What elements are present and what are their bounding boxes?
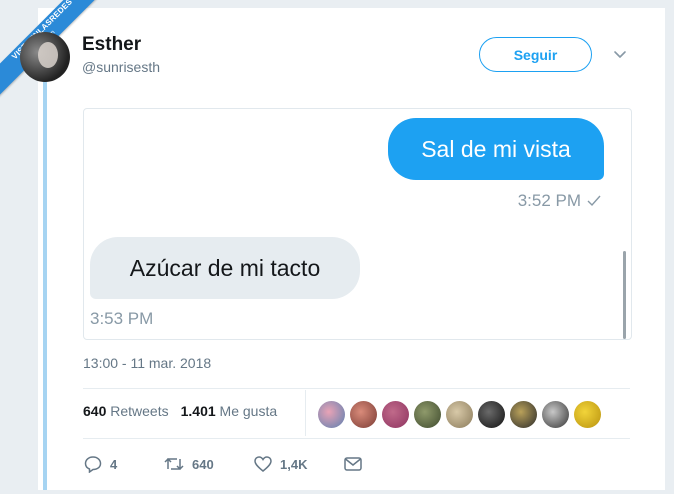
tweet-timestamp[interactable]: 13:00 - 11 mar. 2018 [83,355,211,371]
direct-message-button[interactable] [344,457,362,471]
retweets-label: Retweets [110,403,169,419]
liker-avatar[interactable] [574,401,601,428]
reply-icon [84,456,102,473]
liker-avatar[interactable] [350,401,377,428]
liker-avatar[interactable] [446,401,473,428]
divider [83,438,630,439]
mail-icon [344,457,362,471]
received-time: 3:53 PM [90,309,154,328]
liker-avatar[interactable] [414,401,441,428]
liker-avatar[interactable] [478,401,505,428]
sent-time-label: 3:52 PM [517,191,581,210]
liker-avatar[interactable] [510,401,537,428]
liker-avatar[interactable] [318,401,345,428]
follow-button[interactable]: Seguir [479,37,592,72]
sent-time: 3:52 PM [518,191,601,211]
retweet-icon [164,457,184,471]
chevron-down-icon[interactable] [612,46,628,62]
retweet-button[interactable]: 640 [164,456,254,472]
retweets-stat[interactable]: 640 Retweets [83,403,169,419]
liker-avatar[interactable] [542,401,569,428]
reply-button[interactable]: 4 [84,455,164,473]
reply-count: 4 [110,456,118,472]
author-handle[interactable]: @sunrisesth [82,59,160,75]
chat-scrollbar [623,251,626,339]
sent-message-bubble: Sal de mi vista [388,118,604,180]
likes-count: 1.401 [180,403,216,419]
received-message-bubble: Azúcar de mi tacto [90,237,360,299]
tweet-actions: 4 640 1,4K [84,455,362,473]
check-icon [587,195,601,207]
like-count: 1,4K [280,456,308,472]
liker-avatars [318,401,601,428]
divider [305,390,306,436]
heart-icon [254,456,272,472]
likes-label: Me gusta [219,403,278,419]
retweet-count: 640 [192,456,214,472]
thread-line [43,70,47,490]
likes-stat[interactable]: 1.401 Me gusta [181,403,278,419]
liker-avatar[interactable] [382,401,409,428]
like-button[interactable]: 1,4K [254,456,344,472]
author-name[interactable]: Esther [82,34,141,56]
engagement-stats: 640 Retweets 1.401 Me gusta [83,403,277,419]
retweets-count: 640 [83,403,107,419]
chat-screenshot: Sal de mi vista 3:52 PM Azúcar de mi tac… [83,108,632,340]
author-avatar[interactable] [20,32,70,82]
divider [83,388,630,389]
